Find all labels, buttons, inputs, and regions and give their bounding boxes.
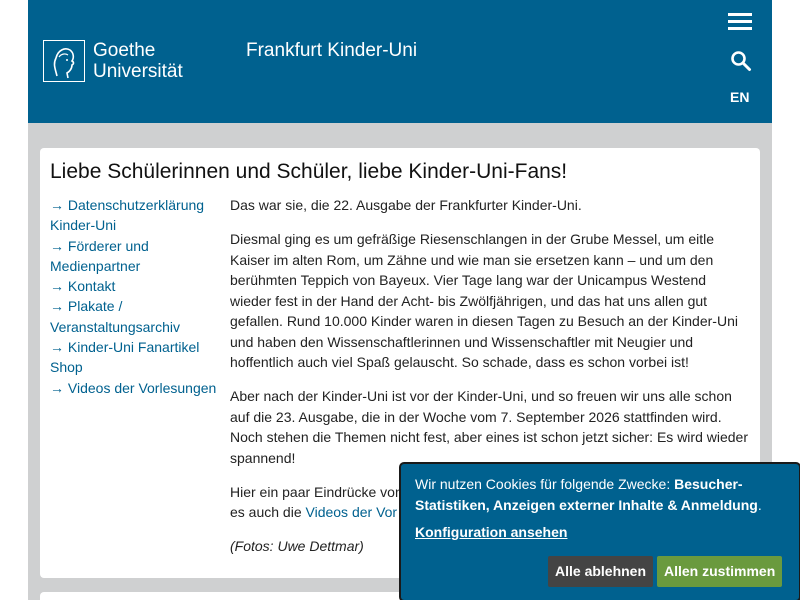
sidenav-item-shop[interactable]: → Kinder-Uni Fanartikel Shop	[50, 337, 220, 378]
logo-line-2: Universität	[93, 61, 183, 82]
sidenav-item-foerderer[interactable]: → Förderer und Medienpartner	[50, 236, 220, 277]
side-navigation: → Datenschutzerklärung Kinder-Uni → Förd…	[50, 195, 220, 398]
cookie-config-link[interactable]: Konfiguration ansehen	[415, 522, 567, 543]
site-header: Goethe Universität Frankfurt Kinder-Uni …	[28, 0, 772, 123]
logo-line-1: Goethe	[93, 40, 156, 61]
cookie-intro-text: Wir nutzen Cookies für folgende Zwecke:	[415, 476, 675, 492]
sidenav-item-plakate[interactable]: → Plakate / Veranstaltungsarchiv	[50, 296, 220, 337]
sidenav-item-datenschutz[interactable]: → Datenschutzerklärung Kinder-Uni	[50, 195, 220, 236]
paragraph-topics: Diesmal ging es um gefräßige Riesenschla…	[230, 231, 738, 370]
page-title: Liebe Schülerinnen und Schüler, liebe Ki…	[50, 160, 568, 183]
decline-all-button[interactable]: Alle ablehnen	[548, 556, 654, 587]
cookie-end-text: .	[757, 497, 762, 513]
goethe-portrait-icon	[43, 40, 85, 82]
videos-link[interactable]: Videos der Vor	[306, 504, 398, 520]
search-icon[interactable]	[730, 50, 752, 72]
sidenav-item-kontakt[interactable]: → Kontakt	[50, 276, 220, 296]
impressions-text-start: Hier ein paar Eindrücke von	[230, 483, 403, 500]
hamburger-menu-icon[interactable]	[728, 13, 752, 31]
paragraph-intro: Das war sie, die 22. Ausgabe der Frankfu…	[230, 197, 582, 213]
site-title[interactable]: Frankfurt Kinder-Uni	[246, 40, 417, 62]
sidenav-item-videos[interactable]: → Videos der Vorlesungen	[50, 378, 220, 398]
cookie-message: Wir nutzen Cookies für folgende Zwecke: …	[415, 474, 785, 516]
paragraph-next-edition: Aber nach der Kinder-Uni ist vor der Kin…	[230, 388, 748, 466]
language-switch-button[interactable]: EN	[730, 89, 749, 105]
university-logo[interactable]: Goethe Universität	[43, 40, 183, 82]
cookie-banner: Wir nutzen Cookies für folgende Zwecke: …	[399, 462, 800, 600]
accept-all-button[interactable]: Allen zustimmen	[657, 556, 783, 587]
impressions-text-mid: es auch die	[230, 504, 306, 520]
